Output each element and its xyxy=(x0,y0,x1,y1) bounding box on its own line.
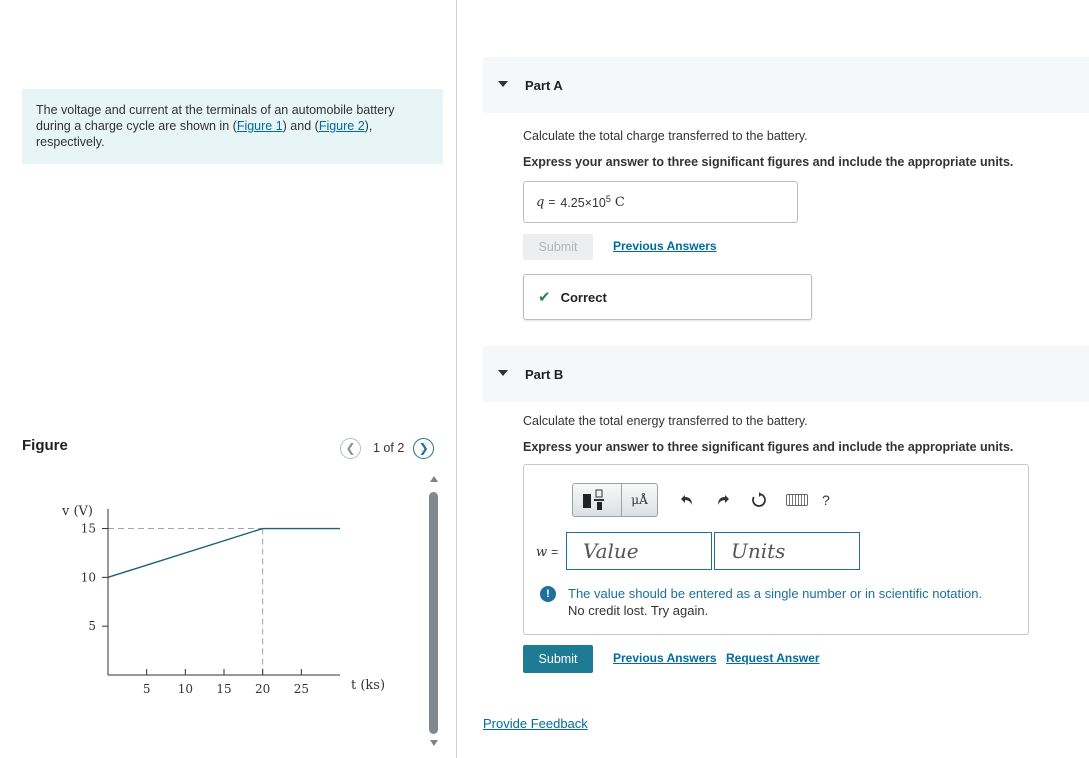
chevron-right-icon[interactable]: ❯ xyxy=(413,437,435,459)
figure-navigation: ❮ 1 of 2 ❯ xyxy=(340,437,435,459)
figure-title: Figure xyxy=(22,437,68,454)
problem-intro: The voltage and current at the terminals… xyxy=(22,89,443,164)
chart-guides xyxy=(108,528,264,675)
figure-1-link[interactable]: Figure 1 xyxy=(237,119,283,133)
answer-variable: w xyxy=(536,545,548,560)
figure-counter: 1 of 2 xyxy=(373,441,405,455)
toolbar-group: μÅ xyxy=(572,483,658,517)
answer-unit: C xyxy=(614,194,625,210)
scroll-up-icon[interactable] xyxy=(430,476,438,482)
chart-axes xyxy=(107,509,340,676)
x-tick-label: 15 xyxy=(216,682,231,696)
warning-message: The value should be entered as a single … xyxy=(568,586,983,601)
part-b-title: Part B xyxy=(525,367,564,382)
value-input[interactable]: Value xyxy=(566,532,712,570)
answer-equals: = xyxy=(548,195,556,209)
answer-label: w = xyxy=(536,545,563,560)
part-a-instruction: Express your answer to three significant… xyxy=(523,155,1014,169)
help-icon[interactable]: ? xyxy=(822,492,830,508)
units-icon[interactable]: μÅ xyxy=(622,483,658,517)
part-b-submit-button[interactable]: Submit xyxy=(523,645,593,673)
voltage-series-line xyxy=(107,527,340,579)
answer-value: 4.25×105 xyxy=(560,194,611,210)
templates-icon[interactable] xyxy=(572,483,622,517)
answer-mantissa: 4.25×10 xyxy=(560,196,606,211)
caret-down-icon[interactable] xyxy=(498,81,508,87)
intro-text-mid: ) and ( xyxy=(282,119,319,133)
part-a-feedback: ✔ Correct xyxy=(523,274,812,320)
part-a-header[interactable]: Part A xyxy=(483,57,1089,113)
keyboard-icon[interactable] xyxy=(786,494,808,506)
part-b-request-answer-link[interactable]: Request Answer xyxy=(726,651,820,665)
x-tick-label: 5 xyxy=(143,682,151,696)
chart-ticks: 5 10 15 5 10 15 20 25 xyxy=(81,522,309,696)
part-b-header[interactable]: Part B xyxy=(483,346,1089,402)
scroll-thumb[interactable] xyxy=(429,492,438,734)
x-axis-label: t (ks) xyxy=(351,678,385,693)
x-tick-label: 10 xyxy=(178,682,193,696)
chart-series xyxy=(107,527,340,579)
redo-icon[interactable] xyxy=(708,485,738,515)
part-b-question: Calculate the total energy transferred t… xyxy=(523,414,808,428)
part-b-instruction: Express your answer to three significant… xyxy=(523,440,1014,454)
part-a-submit-button: Submit xyxy=(523,234,593,260)
figure-scrollbar[interactable] xyxy=(429,476,439,748)
check-icon: ✔ xyxy=(538,289,551,306)
math-toolbar: μÅ ? xyxy=(572,483,830,517)
undo-icon[interactable] xyxy=(672,485,702,515)
figure-2-link[interactable]: Figure 2 xyxy=(319,119,365,133)
part-a-question: Calculate the total charge transferred t… xyxy=(523,129,808,143)
caret-down-icon[interactable] xyxy=(498,370,508,376)
y-axis-label: v (V) xyxy=(61,504,93,519)
x-tick-label: 20 xyxy=(255,682,270,696)
answer-variable: q xyxy=(536,194,545,210)
part-b-previous-answers-link[interactable]: Previous Answers xyxy=(613,651,717,665)
chevron-left-icon[interactable]: ❮ xyxy=(340,437,361,459)
panel-divider xyxy=(456,0,457,758)
answer-exponent: 5 xyxy=(605,193,611,204)
voltage-chart: 5 10 15 5 10 15 20 25 v (V) t (ks) xyxy=(61,504,385,696)
y-tick-label: 10 xyxy=(81,570,96,584)
y-tick-label: 15 xyxy=(81,522,96,536)
feedback-text: Correct xyxy=(560,289,607,305)
problem-panel: The voltage and current at the terminals… xyxy=(0,0,456,758)
y-tick-label: 5 xyxy=(88,619,96,633)
part-b-answer-box: μÅ ? w = Value Units ! The value should b… xyxy=(523,464,1029,635)
units-input[interactable]: Units xyxy=(714,532,860,570)
warning-subtext: No credit lost. Try again. xyxy=(568,603,709,618)
answer-equals: = xyxy=(551,545,559,559)
provide-feedback-link[interactable]: Provide Feedback xyxy=(483,716,588,731)
part-a-previous-answers-link[interactable]: Previous Answers xyxy=(613,239,717,253)
part-a-answer-display: q = 4.25×105 C xyxy=(523,181,798,223)
part-a-title: Part A xyxy=(525,78,563,93)
reset-icon[interactable] xyxy=(744,485,774,515)
x-tick-label: 25 xyxy=(294,682,309,696)
exclamation-icon: ! xyxy=(540,586,556,602)
scroll-down-icon[interactable] xyxy=(430,740,438,746)
